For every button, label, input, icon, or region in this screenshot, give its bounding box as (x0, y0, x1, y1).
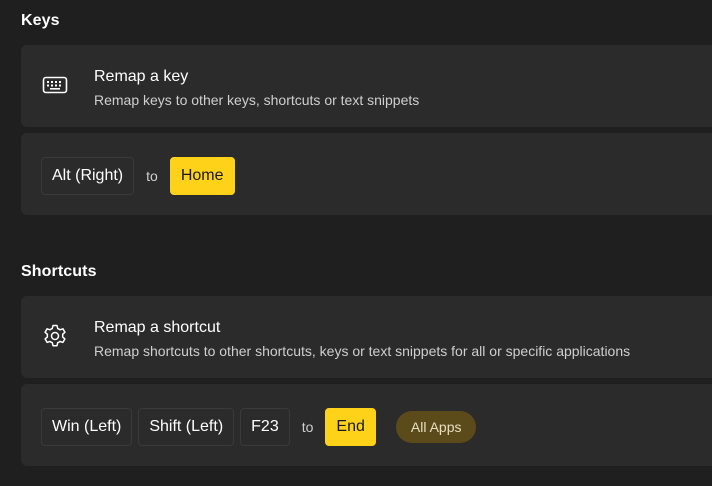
keyboard-icon (41, 71, 69, 99)
target-key: Home (169, 157, 235, 195)
key-mapping-row: Alt (Right) to Home (21, 133, 712, 215)
app-scope-badge: All Apps (395, 411, 477, 443)
remap-shortcut-heading: Remap a shortcut (94, 319, 221, 336)
keyboard-manager-page: Keys Remap a key Remap keys to other key… (0, 0, 712, 486)
key-mapping: Alt (Right) to Home (41, 156, 235, 196)
shortcut-mapping: Win (Left) Shift (Left) F23 to End All A… (41, 407, 477, 447)
shortcuts-section-title: Shortcuts (21, 263, 97, 280)
keys-section-title: Keys (21, 12, 60, 29)
source-key-win: Win (Left) (41, 408, 133, 446)
mapping-connector: to (146, 168, 158, 184)
remap-shortcut-description: Remap shortcuts to other shortcuts, keys… (94, 343, 631, 359)
remap-key-card[interactable]: Remap a key Remap keys to other keys, sh… (21, 45, 712, 127)
source-key-f23: F23 (240, 408, 290, 446)
remap-shortcut-card[interactable]: Remap a shortcut Remap shortcuts to othe… (21, 296, 712, 378)
mapping-connector: to (301, 419, 314, 435)
gear-icon (41, 322, 69, 350)
source-key-shift: Shift (Left) (138, 408, 235, 446)
shortcut-mapping-row: Win (Left) Shift (Left) F23 to End All A… (21, 384, 712, 466)
source-key: Alt (Right) (41, 157, 135, 195)
remap-key-description: Remap keys to other keys, shortcuts or t… (94, 92, 420, 108)
target-key: End (325, 408, 376, 446)
remap-key-heading: Remap a key (94, 68, 189, 85)
